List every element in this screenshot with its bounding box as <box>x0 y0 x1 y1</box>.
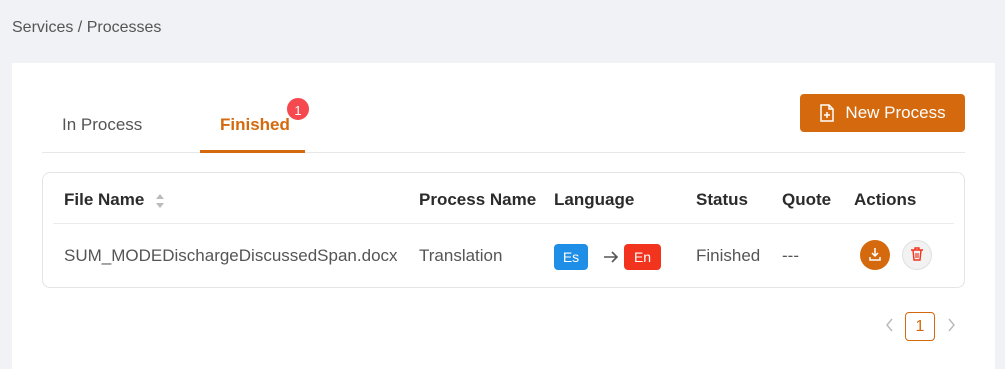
pagination-current-page[interactable]: 1 <box>905 312 935 341</box>
delete-button[interactable] <box>902 240 932 270</box>
arrow-right-icon <box>602 248 620 266</box>
file-name-cell: SUM_MODEDischargeDiscussedSpan.docx <box>64 246 398 265</box>
tab-in-process[interactable]: In Process <box>62 115 142 135</box>
chevron-right-icon[interactable] <box>945 318 957 332</box>
chevron-left-icon[interactable] <box>884 318 896 332</box>
new-process-label: New Process <box>845 103 946 122</box>
tab-finished[interactable]: Finished <box>220 115 290 135</box>
finished-count-badge: 1 <box>285 96 311 122</box>
new-process-button[interactable]: New Process <box>800 94 965 132</box>
target-language-tag: En <box>624 244 661 270</box>
active-tab-indicator <box>200 150 305 153</box>
col-status: Status <box>696 190 748 209</box>
breadcrumb: Services / Processes <box>12 19 162 36</box>
col-file-name[interactable]: File Name <box>64 190 144 210</box>
sort-icon[interactable] <box>155 193 165 209</box>
col-language: Language <box>554 190 635 209</box>
file-plus-icon <box>819 104 835 122</box>
download-button[interactable] <box>860 240 890 270</box>
process-table: File Name Process Name Language Status Q… <box>42 172 965 288</box>
col-process-name: Process Name <box>419 190 537 209</box>
trash-icon <box>910 246 924 264</box>
download-icon <box>868 247 882 264</box>
main-card: In Process Finished 1 New Process File N… <box>12 63 995 369</box>
col-quote: Quote <box>782 190 832 209</box>
source-language-tag: Es <box>554 244 588 270</box>
quote-cell: --- <box>782 246 799 265</box>
col-actions: Actions <box>854 190 917 209</box>
process-name-cell: Translation <box>419 246 503 265</box>
table-header: File Name Process Name Language Status Q… <box>53 173 954 224</box>
status-cell: Finished <box>696 246 761 265</box>
